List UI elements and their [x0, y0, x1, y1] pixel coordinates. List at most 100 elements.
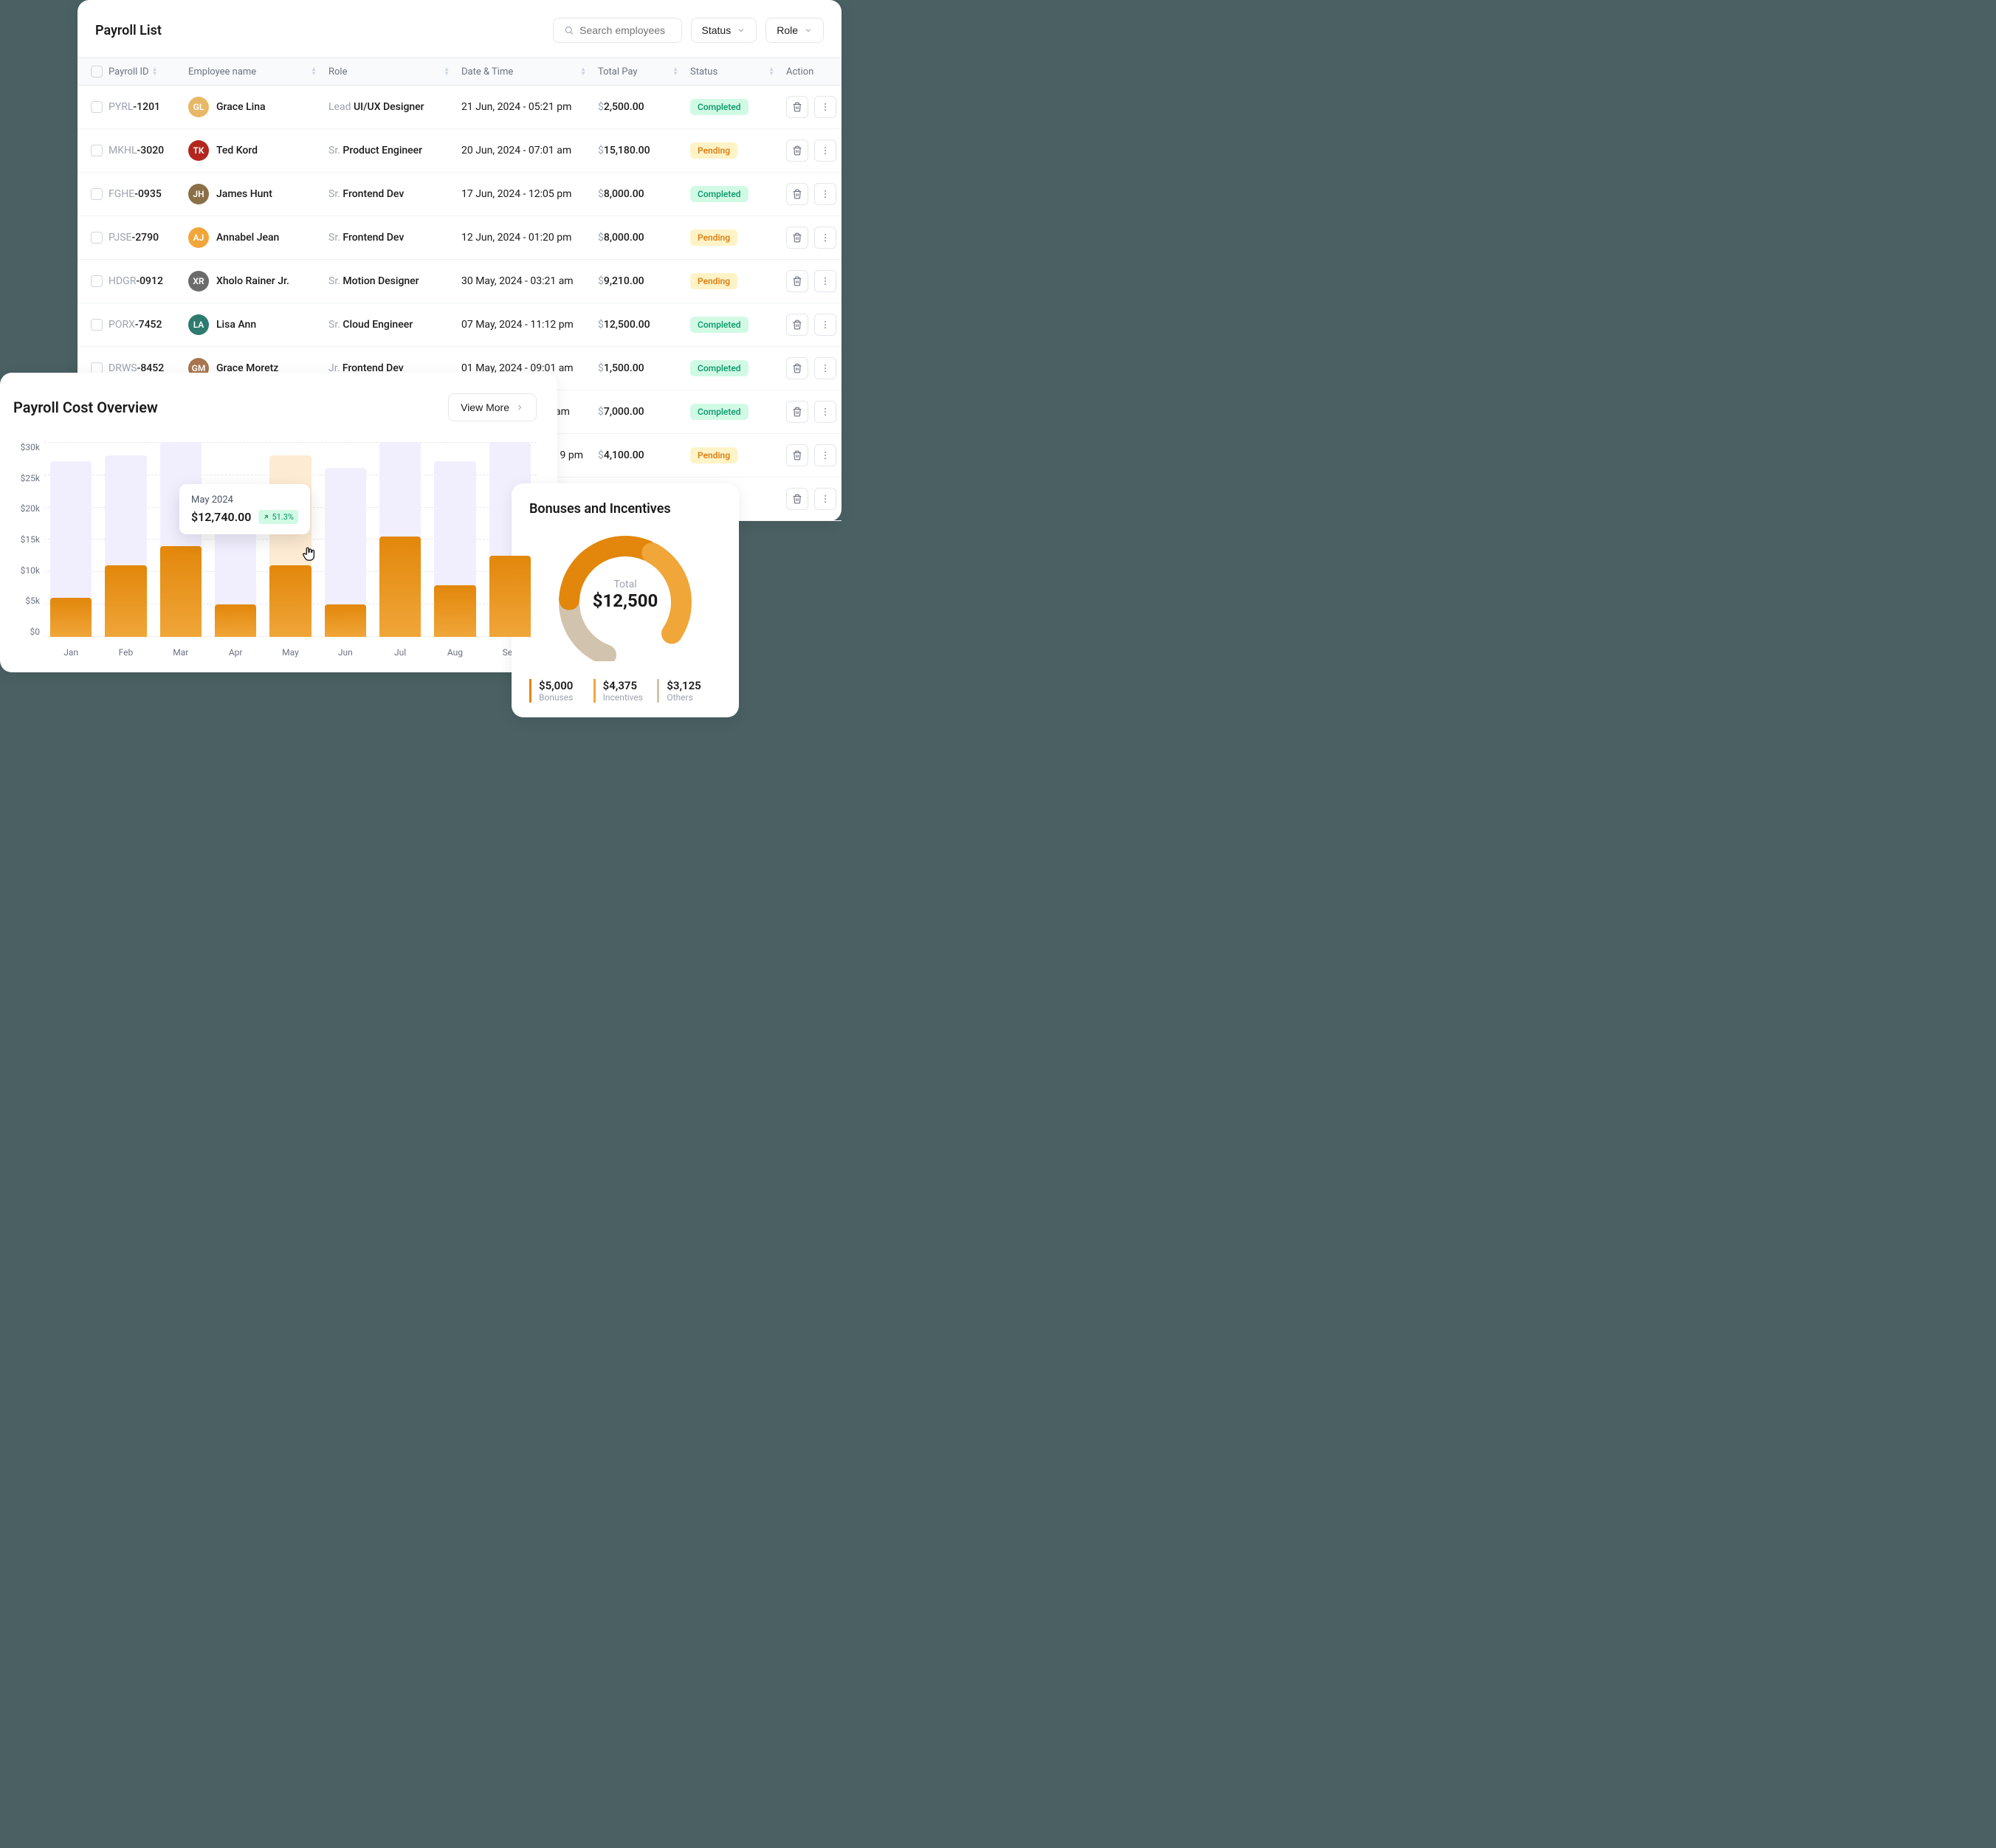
cell-payroll-id: MKHL-3020 — [109, 145, 188, 156]
delete-button[interactable] — [786, 270, 808, 292]
cell-pay: $1,500.00 — [598, 362, 690, 374]
search-input-wrapper[interactable] — [553, 18, 682, 43]
cell-employee: TK Ted Kord — [188, 140, 328, 161]
more-button[interactable] — [814, 314, 836, 336]
status-badge: Completed — [690, 99, 748, 115]
bar-column[interactable] — [434, 442, 475, 637]
row-checkbox[interactable] — [91, 232, 103, 244]
bar-column[interactable] — [379, 442, 421, 637]
bar-column[interactable] — [160, 442, 202, 637]
status-badge: Pending — [690, 142, 737, 159]
cost-overview-title: Payroll Cost Overview — [13, 399, 158, 416]
chevron-right-icon — [515, 403, 524, 412]
more-button[interactable] — [814, 227, 836, 249]
cell-datetime: 20 Jun, 2024 - 07:01 am — [461, 145, 598, 156]
status-filter[interactable]: Status — [691, 18, 757, 43]
cell-datetime: 21 Jun, 2024 - 05:21 pm — [461, 101, 598, 113]
table-row: HDGR-0912 XR Xholo Rainer Jr. Sr. Motion… — [78, 260, 842, 303]
y-axis: $30k$25k$20k$15k$10k$5k$0 — [13, 436, 44, 658]
delete-button[interactable] — [786, 139, 808, 162]
more-button[interactable] — [814, 96, 836, 118]
cell-payroll-id: HDGR-0912 — [109, 275, 188, 287]
cell-datetime: 12 Jun, 2024 - 01:20 pm — [461, 232, 598, 244]
col-employee[interactable]: Employee name▲▼ — [188, 66, 328, 77]
bonuses-card: Bonuses and Incentives Total $12,500 $5,… — [512, 483, 739, 717]
table-row: MKHL-3020 TK Ted Kord Sr. Product Engine… — [78, 129, 842, 173]
delete-button[interactable] — [786, 401, 808, 423]
cell-pay: $15,180.00 — [598, 145, 690, 156]
chart-tooltip: May 2024 $12,740.00 51.3% — [179, 484, 310, 534]
delete-button[interactable] — [786, 444, 808, 466]
bar-chart: $30k$25k$20k$15k$10k$5k$0 JanFebMarAprMa… — [13, 436, 537, 658]
row-checkbox[interactable] — [91, 145, 103, 156]
chevron-down-icon — [804, 26, 813, 35]
bar-column[interactable] — [269, 442, 311, 637]
more-button[interactable] — [814, 139, 836, 162]
more-button[interactable] — [814, 270, 836, 292]
col-status[interactable]: Status▲▼ — [690, 66, 786, 77]
delete-button[interactable] — [786, 227, 808, 249]
col-pay[interactable]: Total Pay▲▼ — [598, 66, 690, 77]
search-icon — [564, 24, 574, 36]
col-action: Action — [786, 66, 842, 77]
row-checkbox[interactable] — [91, 101, 103, 113]
delete-button[interactable] — [786, 183, 808, 205]
row-checkbox[interactable] — [91, 319, 103, 331]
donut-total-label: Total — [593, 579, 658, 590]
cell-role: Sr. Cloud Engineer — [328, 319, 461, 331]
col-date[interactable]: Date & Time▲▼ — [461, 66, 598, 77]
more-button[interactable] — [814, 357, 836, 379]
bar-column[interactable] — [105, 442, 146, 637]
more-button[interactable] — [814, 488, 836, 510]
col-role[interactable]: Role▲▼ — [328, 66, 461, 77]
pointer-cursor-icon — [301, 545, 317, 565]
breakdown-item: $3,125Others — [657, 679, 721, 703]
role-filter[interactable]: Role — [765, 18, 824, 43]
table-row: PJSE-2790 AJ Annabel Jean Sr. Frontend D… — [78, 216, 842, 260]
cell-role: Sr. Frontend Dev — [328, 232, 461, 244]
avatar: XR — [188, 271, 209, 292]
table-row: PYRL-1201 GL Grace Lina Lead UI/UX Desig… — [78, 86, 842, 129]
more-button[interactable] — [814, 444, 836, 466]
cell-datetime: 07 May, 2024 - 11:12 pm — [461, 319, 598, 331]
search-input[interactable] — [579, 24, 670, 36]
col-payroll-id[interactable]: Payroll ID▲▼ — [109, 66, 188, 77]
delete-button[interactable] — [786, 488, 808, 510]
status-badge: Pending — [690, 230, 737, 246]
view-more-button[interactable]: View More — [448, 393, 537, 421]
bar-column[interactable] — [215, 442, 256, 637]
bar-column[interactable] — [325, 442, 366, 637]
more-button[interactable] — [814, 401, 836, 423]
cost-overview-card: Payroll Cost Overview View More $30k$25k… — [0, 373, 557, 672]
avatar: JH — [188, 184, 209, 204]
avatar: TK — [188, 140, 209, 161]
cell-role: Sr. Product Engineer — [328, 145, 461, 156]
cell-employee: LA Lisa Ann — [188, 314, 328, 335]
bar-column[interactable] — [50, 442, 92, 637]
avatar: LA — [188, 314, 209, 335]
cell-payroll-id: FGHE-0935 — [109, 188, 188, 200]
cell-pay: $8,000.00 — [598, 188, 690, 200]
cell-role: Lead UI/UX Designer — [328, 101, 461, 113]
bonuses-title: Bonuses and Incentives — [529, 501, 721, 517]
payroll-title: Payroll List — [95, 23, 162, 38]
x-axis: JanFebMarAprMayJunJulAugSep — [44, 647, 537, 658]
cell-employee: AJ Annabel Jean — [188, 227, 328, 248]
arrow-up-right-icon — [263, 514, 269, 520]
cell-payroll-id: PJSE-2790 — [109, 232, 188, 244]
delete-button[interactable] — [786, 314, 808, 336]
chevron-down-icon — [737, 26, 746, 35]
row-checkbox[interactable] — [91, 275, 103, 287]
row-checkbox[interactable] — [91, 188, 103, 200]
donut-chart: Total $12,500 — [529, 528, 721, 661]
breakdown-item: $5,000Bonuses — [529, 679, 593, 703]
cell-role: Sr. Motion Designer — [328, 275, 461, 287]
status-badge: Pending — [690, 273, 737, 289]
delete-button[interactable] — [786, 357, 808, 379]
delete-button[interactable] — [786, 96, 808, 118]
table-header: Payroll ID▲▼ Employee name▲▼ Role▲▼ Date… — [78, 58, 842, 86]
cell-pay: $2,500.00 — [598, 101, 690, 113]
select-all-checkbox[interactable] — [91, 66, 103, 77]
avatar: AJ — [188, 227, 209, 248]
more-button[interactable] — [814, 183, 836, 205]
